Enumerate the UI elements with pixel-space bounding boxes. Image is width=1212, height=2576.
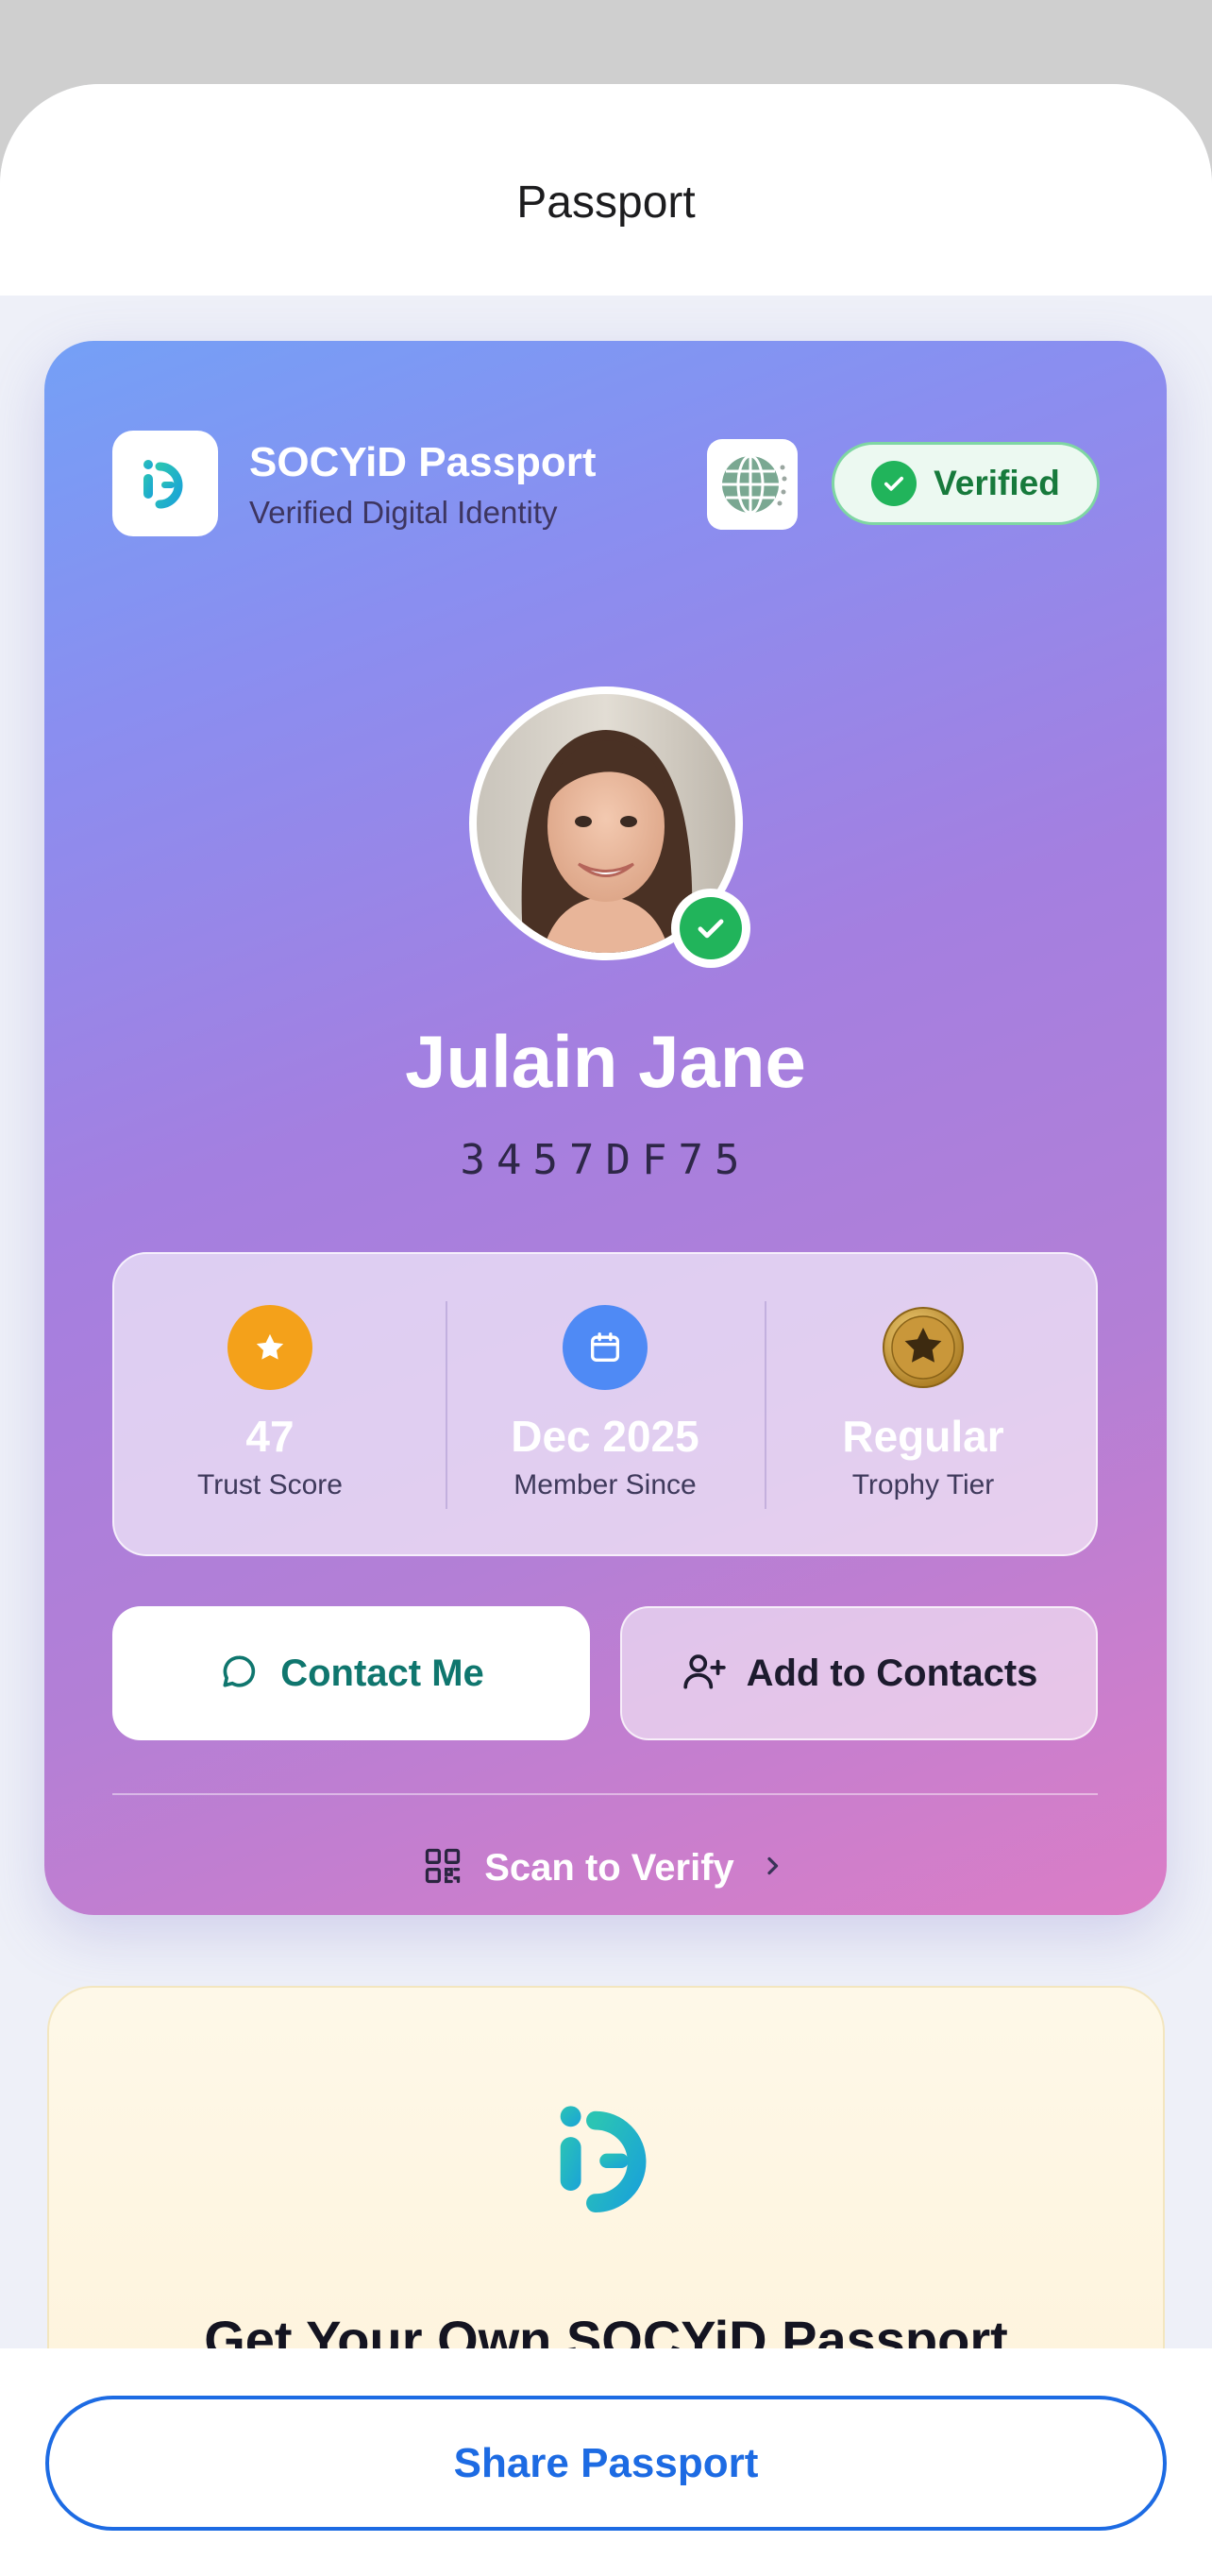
verified-label: Verified [934,464,1060,502]
sheet-header: Passport [0,84,1212,296]
brand-name: SOCYiD Passport [249,439,597,485]
share-passport-label: Share Passport [453,2439,759,2486]
brand-subtitle: Verified Digital Identity [249,495,558,530]
chevron-right-icon [755,1849,789,1888]
stat-label: Trust Score [197,1469,343,1500]
stat-label: Trophy Tier [851,1469,995,1500]
bottom-sheet: Passport SOCYiD Passport Verified Digita… [0,84,1212,2576]
passport-id: 3457DF75 [460,1136,751,1184]
add-to-contacts-button[interactable]: Add to Contacts [620,1606,1098,1740]
stat-value: Dec 2025 [511,1412,699,1461]
star-icon [227,1305,312,1390]
page-title: Passport [516,178,696,228]
share-passport-button[interactable]: Share Passport [45,2396,1167,2531]
qr-code-icon [422,1845,463,1891]
stat-value: 47 [245,1412,295,1461]
stat-divider [765,1301,766,1509]
avatar-verified-icon [671,889,750,968]
medal-icon [881,1305,966,1390]
scan-to-verify-link[interactable]: Scan to Verify [44,1837,1167,1899]
contact-me-label: Contact Me [280,1652,484,1694]
scan-to-verify-label: Scan to Verify [484,1846,734,1889]
socyid-logo-icon [542,2092,674,2224]
bottom-action-bar: Share Passport [0,2348,1212,2576]
stat-member-since: Dec 2025 Member Since [449,1254,761,1558]
stat-label: Member Since [513,1469,697,1500]
globe-icon [707,439,798,530]
passport-card: SOCYiD Passport Verified Digital Identit… [44,341,1167,1915]
user-plus-icon [681,1648,728,1700]
person-name: Julain Jane [405,1020,806,1103]
contact-me-button[interactable]: Contact Me [112,1606,590,1740]
stat-divider [446,1301,447,1509]
stats-panel: 47 Trust Score Dec 2025 Member Since Reg… [112,1252,1098,1556]
add-to-contacts-label: Add to Contacts [746,1652,1038,1694]
chat-bubble-icon [218,1651,260,1697]
calendar-icon [563,1305,648,1390]
check-circle-icon [871,461,917,506]
stat-value: Regular [842,1412,1004,1461]
divider [112,1793,1098,1795]
socyid-logo-icon [112,431,218,536]
verified-badge: Verified [832,442,1100,525]
stat-trophy-tier: Regular Trophy Tier [767,1254,1079,1558]
stat-trust-score: 47 Trust Score [114,1254,426,1558]
